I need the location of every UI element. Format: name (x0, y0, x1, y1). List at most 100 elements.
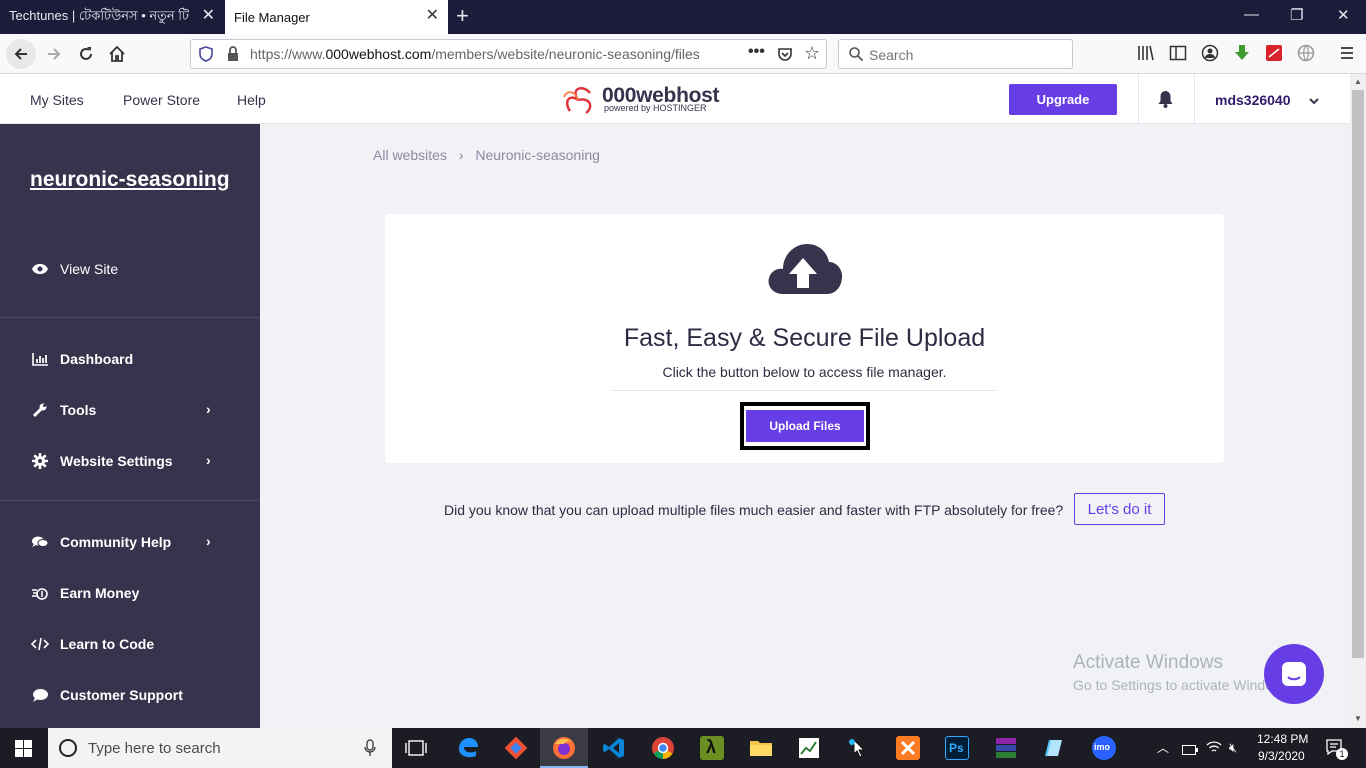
file-explorer-icon[interactable] (749, 736, 773, 760)
photoshop-icon[interactable]: Ps (945, 736, 969, 760)
lets-do-it-button[interactable]: Let's do it (1074, 493, 1165, 525)
notes-app-icon[interactable] (1042, 736, 1066, 760)
edge-icon[interactable] (456, 736, 480, 760)
sidebar-item-dashboard[interactable]: Dashboard (30, 350, 133, 368)
user-menu[interactable]: mds326040 (1215, 92, 1291, 108)
bookmark-star-icon[interactable]: ☆ (804, 43, 820, 64)
nav-my-sites[interactable]: My Sites (30, 92, 84, 108)
site-name-link[interactable]: neuronic-seasoning (30, 166, 230, 193)
wifi-icon[interactable] (1206, 740, 1222, 759)
nav-help[interactable]: Help (237, 92, 266, 108)
scroll-down-icon[interactable]: ▼ (1354, 714, 1362, 723)
clock-date[interactable]: 9/3/2020 (1258, 749, 1305, 763)
firefox-taskbar-button[interactable] (540, 728, 588, 768)
lambda-app-icon[interactable]: λ (700, 736, 724, 760)
restore-icon[interactable]: ❐ (1290, 6, 1303, 24)
library-icon[interactable] (1137, 44, 1155, 62)
sidebar-item-tools[interactable]: Tools (30, 401, 96, 419)
imo-icon[interactable]: imo (1092, 736, 1116, 760)
shield-icon[interactable] (199, 46, 213, 67)
page-scrollbar[interactable]: ▲ ▼ (1350, 74, 1366, 728)
pdf-extension-icon[interactable] (1265, 44, 1283, 62)
sidebar-item-customer-support[interactable]: Customer Support (30, 686, 183, 704)
url-bar[interactable]: https://www.000webhost.com/members/websi… (190, 39, 827, 69)
sidebar-item-website-settings[interactable]: Website Settings (30, 452, 173, 470)
sidebar-item-label: Earn Money (60, 585, 140, 601)
new-tab-icon[interactable]: + (456, 4, 469, 28)
cursor-app-icon[interactable] (846, 736, 870, 760)
spreadsheet-app-icon[interactable] (797, 736, 821, 760)
upgrade-button[interactable]: Upgrade (1009, 84, 1117, 115)
xampp-icon[interactable] (896, 736, 920, 760)
breadcrumb-current: Neuronic-seasoning (475, 147, 600, 163)
tray-chevron-up-icon[interactable]: ︿ (1157, 739, 1169, 756)
menu-icon[interactable] (1338, 44, 1356, 62)
sidebar-item-learn-to-code[interactable]: Learn to Code (30, 635, 154, 653)
wrench-icon (30, 401, 50, 419)
search-bar[interactable]: Search (838, 39, 1073, 69)
live-chat-button[interactable] (1264, 644, 1324, 704)
sidebar-item-earn-money[interactable]: Earn Money (30, 584, 139, 602)
search-icon (848, 46, 864, 67)
forward-icon[interactable] (42, 42, 66, 66)
chevron-down-icon[interactable] (1308, 93, 1320, 111)
cloud-upload-icon (765, 238, 845, 301)
page-actions-icon[interactable]: ••• (748, 43, 765, 61)
firefox-icon (552, 736, 576, 765)
tab-title: File Manager (234, 9, 310, 25)
tab-techtunes[interactable]: Techtunes | টেকটিউনস • নতুন টিউ ✕ (0, 0, 224, 34)
chevron-right-icon[interactable]: › (206, 401, 211, 417)
tab-title: Techtunes | টেকটিউনস • নতুন টিউ (9, 7, 189, 23)
tab-close-icon[interactable]: ✕ (426, 8, 439, 24)
sidebar-item-label: Learn to Code (60, 636, 155, 652)
chrome-icon[interactable] (651, 736, 675, 760)
notification-count-badge: 1 (1336, 748, 1348, 760)
sidebar-divider (0, 500, 260, 501)
chevron-right-icon[interactable]: › (206, 533, 211, 549)
winrar-icon[interactable] (994, 736, 1018, 760)
cortana-icon (58, 738, 78, 763)
upload-button-focus-ring: Upload Files (740, 402, 870, 450)
scroll-thumb[interactable] (1352, 90, 1364, 658)
minimize-icon[interactable]: — (1244, 6, 1259, 23)
eye-icon (30, 260, 50, 278)
bell-icon[interactable] (1157, 90, 1174, 113)
battery-icon[interactable] (1182, 742, 1198, 760)
taskbar-search-box[interactable]: Type here to search (48, 728, 392, 768)
clock-time[interactable]: 12:48 PM (1257, 732, 1308, 746)
globe-extension-icon[interactable] (1297, 44, 1315, 62)
logo-swirl-icon (560, 83, 596, 122)
window-close-icon[interactable]: ✕ (1337, 6, 1350, 24)
sidebar-item-community-help[interactable]: Community Help (30, 533, 171, 551)
code-icon (30, 635, 50, 653)
upload-files-button[interactable]: Upload Files (746, 410, 864, 442)
url-prefix: https://www. (250, 46, 326, 62)
view-site-link[interactable]: View Site (30, 260, 118, 278)
account-icon[interactable] (1201, 44, 1219, 62)
vscode-icon[interactable] (602, 736, 626, 760)
nav-power-store[interactable]: Power Store (123, 92, 200, 108)
tab-file-manager[interactable]: File Manager ✕ (225, 0, 448, 34)
browser-toolbar: https://www.000webhost.com/members/websi… (0, 34, 1366, 74)
money-icon (30, 584, 50, 602)
pocket-icon[interactable] (777, 46, 793, 67)
support-icon (30, 686, 50, 704)
breadcrumb-all-websites[interactable]: All websites (373, 147, 447, 163)
chevron-right-icon[interactable]: › (206, 452, 211, 468)
git-icon[interactable] (504, 736, 528, 760)
volume-muted-icon[interactable]: 🔇︎ (1229, 740, 1237, 756)
sidebar-toggle-icon[interactable] (1169, 44, 1187, 62)
microphone-icon[interactable] (364, 739, 376, 762)
taskbar-search-placeholder: Type here to search (88, 740, 221, 757)
lock-icon[interactable] (227, 46, 239, 67)
tab-close-icon[interactable]: ✕ (202, 8, 215, 24)
home-icon[interactable] (105, 42, 129, 66)
task-view-icon[interactable] (405, 739, 427, 762)
browser-tab-strip: Techtunes | টেকটিউনস • নতুন টিউ ✕ File M… (0, 0, 1366, 34)
chart-icon (30, 350, 50, 368)
scroll-up-icon[interactable]: ▲ (1354, 77, 1362, 86)
download-extension-icon[interactable] (1233, 44, 1251, 62)
back-icon[interactable] (6, 39, 36, 69)
windows-start-icon[interactable] (15, 740, 32, 762)
reload-icon[interactable] (74, 42, 98, 66)
